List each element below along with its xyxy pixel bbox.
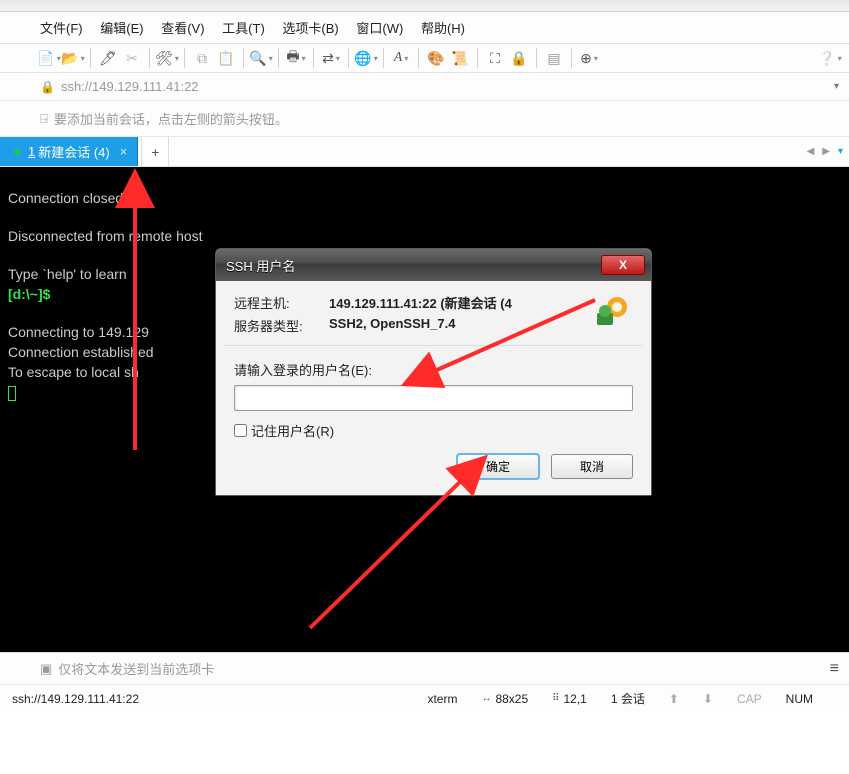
- bookmark-hint-bar: ⍈ 要添加当前会话，点击左侧的箭头按钮。: [0, 101, 849, 137]
- menu-file[interactable]: 文件(F): [40, 21, 83, 36]
- server-type-label: 服务器类型:: [234, 316, 329, 335]
- find-icon[interactable]: 🔍: [252, 49, 270, 67]
- input-bar[interactable]: ▣ 仅将文本发送到当前选项卡 ≡: [0, 652, 849, 684]
- tab-session-1[interactable]: 1 新建会话 (4) ×: [0, 137, 138, 166]
- status-size: ↔88x25: [481, 692, 528, 706]
- new-tab-button[interactable]: +: [141, 137, 169, 166]
- menu-view[interactable]: 查看(V): [161, 21, 204, 36]
- dialog-title: SSH 用户名: [226, 256, 295, 275]
- status-num: NUM: [786, 692, 813, 706]
- menu-tab[interactable]: 选项卡(B): [282, 21, 338, 36]
- status-sessions: 1 会话: [611, 690, 645, 707]
- username-input[interactable]: [234, 385, 633, 411]
- address-bar[interactable]: 🔒 ssh://149.129.111.41:22 ▾: [0, 73, 849, 101]
- print-icon[interactable]: 🖶: [287, 49, 305, 67]
- status-term: xterm: [427, 692, 457, 706]
- status-bar: ssh://149.129.111.41:22 xterm ↔88x25 ⠿12…: [0, 684, 849, 712]
- ssh-username-dialog: SSH 用户名 X 远程主机: 149.129.111.41:22 (新建会话 …: [215, 248, 652, 496]
- tab-close-icon[interactable]: ×: [120, 144, 128, 159]
- ok-button[interactable]: 确定: [457, 454, 539, 479]
- prompt-icon: ▣: [40, 661, 52, 677]
- cancel-button[interactable]: 取消: [551, 454, 633, 479]
- hint-text: 要添加当前会话，点击左侧的箭头按钮。: [54, 109, 288, 128]
- status-pos: ⠿12,1: [552, 692, 587, 706]
- font-icon[interactable]: A: [392, 49, 410, 67]
- address-text: ssh://149.129.111.41:22: [61, 79, 199, 94]
- dialog-titlebar[interactable]: SSH 用户名 X: [216, 249, 651, 281]
- input-placeholder: 仅将文本发送到当前选项卡: [58, 659, 214, 678]
- menu-window[interactable]: 窗口(W): [356, 21, 403, 36]
- status-down-icon: ⬇: [703, 692, 713, 706]
- status-up-icon: ⬆: [669, 692, 679, 706]
- tab-prev-icon[interactable]: ◀: [807, 146, 815, 157]
- dialog-close-button[interactable]: X: [601, 255, 645, 275]
- copy-icon[interactable]: ⧉: [193, 49, 211, 67]
- remember-username-checkbox[interactable]: [234, 424, 247, 437]
- add-icon[interactable]: ⊕: [580, 49, 598, 67]
- remember-username-label: 记住用户名(R): [251, 421, 334, 440]
- terminal-cursor: [8, 386, 16, 401]
- menu-help[interactable]: 帮助(H): [421, 21, 465, 36]
- status-connection: ssh://149.129.111.41:22: [12, 692, 139, 706]
- connect-icon[interactable]: 🖊: [99, 49, 117, 67]
- tab-bar: 1 新建会话 (4) × + ◀ ▶ ▾: [0, 137, 849, 167]
- fullscreen-icon[interactable]: ⛶: [486, 49, 504, 67]
- lock-small-icon: 🔒: [40, 80, 55, 94]
- disconnect-icon[interactable]: ✂: [123, 49, 141, 67]
- bookmark-icon[interactable]: ⍈: [40, 111, 48, 127]
- tab-next-icon[interactable]: ▶: [822, 146, 830, 157]
- help-icon[interactable]: ❔: [821, 49, 839, 67]
- dropdown-icon[interactable]: ▾: [834, 81, 839, 92]
- menu-icon[interactable]: ≡: [830, 660, 839, 678]
- tab-index: 1: [28, 144, 35, 159]
- host-label: 远程主机:: [234, 293, 329, 312]
- encoding-icon[interactable]: 🌐: [357, 49, 375, 67]
- toolbar: 📄 📂 🖊 ✂ 🛠 ⧉ 📋 🔍 🖶 ⇄ 🌐 A 🎨 📜 ⛶ 🔒 ▤ ⊕ ❔: [0, 44, 849, 73]
- server-type-value: SSH2, OpenSSH_7.4: [329, 316, 633, 331]
- new-session-icon[interactable]: 📄: [40, 49, 58, 67]
- open-folder-icon[interactable]: 📂: [64, 49, 82, 67]
- menu-tools[interactable]: 工具(T): [222, 21, 265, 36]
- color-scheme-icon[interactable]: 🎨: [427, 49, 445, 67]
- lock-icon[interactable]: 🔒: [510, 49, 528, 67]
- transfer-icon[interactable]: ⇄: [322, 49, 340, 67]
- tab-list-icon[interactable]: ▾: [838, 146, 843, 157]
- host-value: 149.129.111.41:22 (新建会话 (4: [329, 293, 633, 312]
- tab-label: 新建会话 (4): [38, 142, 110, 161]
- status-cap: CAP: [737, 692, 762, 706]
- menu-edit[interactable]: 编辑(E): [100, 21, 143, 36]
- script-icon[interactable]: 📜: [451, 49, 469, 67]
- properties-icon[interactable]: 🛠: [158, 49, 176, 67]
- paste-icon[interactable]: 📋: [217, 49, 235, 67]
- compose-icon[interactable]: ▤: [545, 49, 563, 67]
- credentials-icon: [591, 291, 635, 331]
- menu-bar[interactable]: 文件(F) 编辑(E) 查看(V) 工具(T) 选项卡(B) 窗口(W) 帮助(…: [0, 12, 849, 44]
- username-label: 请输入登录的用户名(E):: [234, 360, 633, 379]
- status-dot-icon: [14, 149, 20, 155]
